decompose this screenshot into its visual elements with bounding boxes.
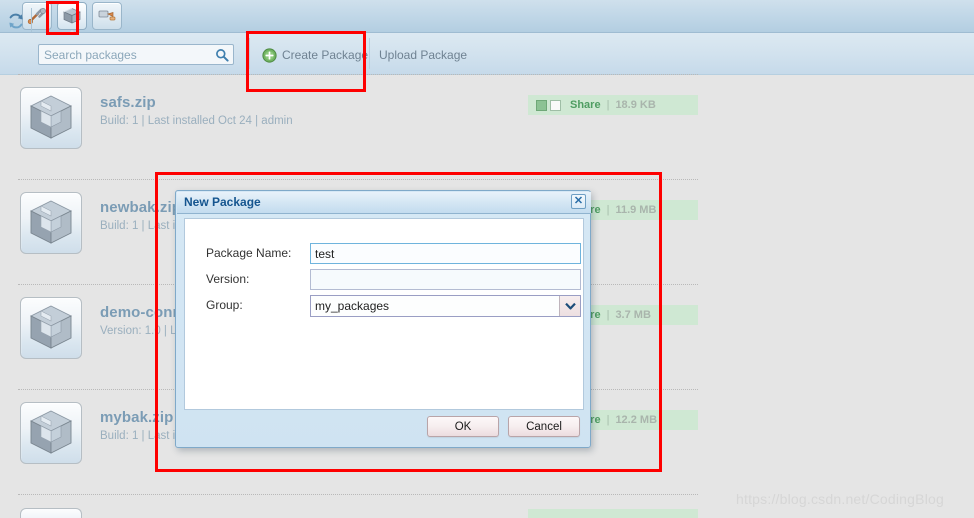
package-size: 18.9 KB — [615, 99, 656, 111]
package-thumbnail-partial — [20, 508, 82, 518]
upload-package-label: Upload Package — [379, 48, 468, 62]
share-checkbox-on[interactable] — [536, 99, 547, 111]
package-meta: Build: 1 | Last installed Oct 24 | admin — [100, 115, 293, 127]
package-box-icon — [62, 7, 82, 25]
create-package-button[interactable]: Create Package — [262, 45, 368, 65]
version-label: Version: — [206, 272, 250, 286]
share-badge-partial — [528, 509, 698, 518]
share-label[interactable]: Share — [570, 99, 601, 111]
package-name-input[interactable] — [310, 243, 581, 264]
cancel-button[interactable]: Cancel — [508, 416, 580, 437]
toolbar-divider — [31, 8, 32, 32]
share-checkbox-off[interactable] — [550, 99, 561, 111]
magnifier-icon[interactable] — [212, 46, 232, 63]
refresh-icon[interactable] — [6, 11, 26, 31]
package-size: 3.7 MB — [615, 309, 651, 321]
table-row[interactable]: safs.zip Build: 1 | Last installed Oct 2… — [0, 75, 974, 180]
badge-separator: | — [606, 99, 610, 111]
package-thumbnail — [20, 87, 82, 149]
icon-tab-bar — [22, 2, 122, 37]
new-package-dialog: New Package ✕ Package Name: Version: Gro… — [175, 190, 591, 448]
ok-button[interactable]: OK — [427, 416, 499, 437]
package-thumbnail — [20, 297, 82, 359]
close-icon[interactable]: ✕ — [571, 194, 586, 209]
action-divider-1 — [249, 38, 250, 69]
tools-tab[interactable] — [22, 2, 52, 30]
dialog-title: New Package — [184, 195, 261, 209]
package-name[interactable]: mybak.zip — [100, 409, 173, 426]
package-name-field-row: Package Name: — [185, 243, 585, 265]
search-input[interactable] — [44, 46, 204, 63]
package-name[interactable]: newbak.zip — [100, 199, 181, 216]
create-package-label: Create Package — [282, 48, 369, 62]
upload-package-button[interactable]: Upload Package — [379, 45, 467, 65]
version-input[interactable] — [310, 269, 581, 290]
plus-circle-icon — [262, 47, 277, 63]
row-divider — [18, 494, 698, 495]
share-badge: Share | 18.9 KB — [528, 95, 698, 115]
group-select[interactable]: my_packages — [310, 295, 581, 317]
group-label: Group: — [206, 298, 243, 312]
paint-roller-icon — [97, 7, 117, 25]
badge-separator: | — [606, 204, 610, 216]
badge-separator: | — [606, 414, 610, 426]
badge-separator: | — [606, 309, 610, 321]
version-field-row: Version: — [185, 269, 585, 291]
package-name-label: Package Name: — [206, 246, 292, 260]
wrench-icon — [27, 7, 47, 25]
dialog-body: Package Name: Version: Group: my_package… — [184, 218, 584, 410]
chevron-down-icon[interactable] — [559, 296, 580, 316]
package-thumbnail — [20, 192, 82, 254]
package-size: 11.9 MB — [615, 204, 657, 216]
package-name[interactable]: safs.zip — [100, 94, 156, 111]
action-divider-2 — [369, 38, 370, 69]
window-top-chrome — [0, 0, 974, 37]
paint-tab[interactable] — [92, 2, 122, 30]
packages-tab[interactable] — [57, 2, 87, 37]
package-thumbnail — [20, 402, 82, 464]
watermark: https://blog.csdn.net/CodingBlog — [736, 491, 944, 507]
group-field-row: Group: my_packages — [185, 295, 585, 317]
group-select-value: my_packages — [315, 299, 390, 313]
package-size: 12.2 MB — [615, 414, 658, 426]
